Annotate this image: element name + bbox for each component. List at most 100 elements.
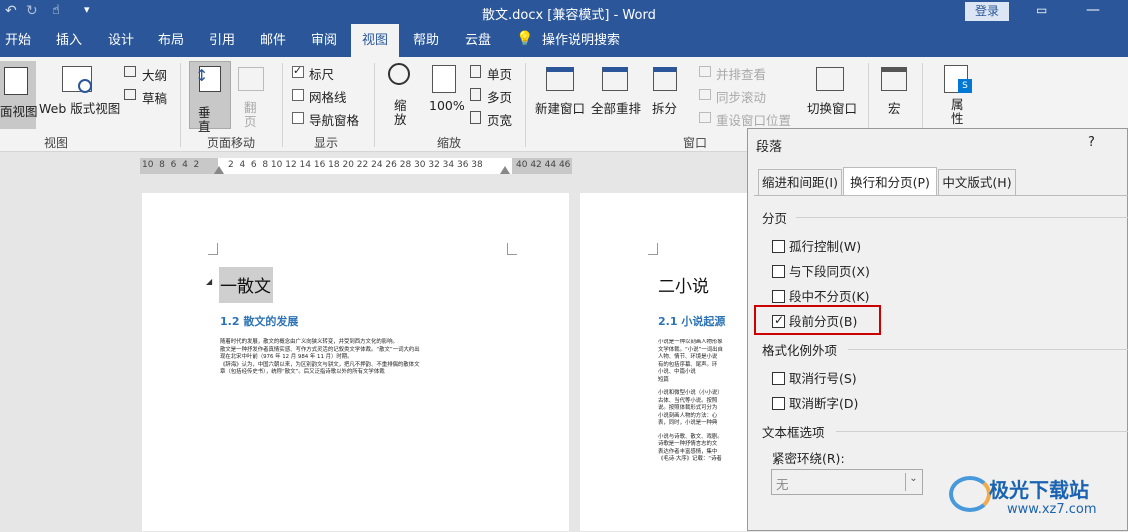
gridlines-checkbox[interactable]: [292, 89, 304, 101]
keep-with-next-checkbox[interactable]: 与下段同页(X): [772, 261, 870, 280]
side-by-side-button[interactable]: 并排查看: [716, 64, 766, 83]
draft-button[interactable]: 草稿: [142, 88, 167, 107]
customize-qat-icon[interactable]: ▾: [84, 3, 90, 16]
group-label-window: 窗口: [682, 136, 707, 150]
one-page-button[interactable]: 单页: [487, 64, 512, 83]
touch-mode-icon[interactable]: ☝: [52, 3, 60, 18]
ruler-label: 标尺: [309, 67, 335, 82]
tab-mailings[interactable]: 邮件: [252, 24, 294, 57]
ruler-left-ticks: 10 8 6 4 2: [142, 160, 200, 170]
tab-home[interactable]: 开始: [0, 24, 36, 57]
crop-mark: [208, 243, 218, 255]
indent-marker-icon[interactable]: [214, 166, 224, 174]
sharepoint-icon: S: [958, 79, 972, 93]
lightbulb-icon: 💡: [516, 31, 534, 47]
collapse-heading-icon[interactable]: ◢: [206, 277, 212, 286]
properties-button[interactable]: 属性: [951, 98, 965, 126]
new-window-button[interactable]: 新建窗口: [535, 98, 585, 117]
ruler-checkbox[interactable]: [292, 64, 304, 78]
tab-help[interactable]: 帮助: [405, 24, 447, 57]
pagination-section-label: 分页: [762, 211, 788, 226]
tab-references[interactable]: 引用: [201, 24, 243, 57]
tab-design[interactable]: 设计: [100, 24, 142, 57]
globe-icon: [78, 79, 92, 93]
tell-me-search[interactable]: 操作说明搜索: [538, 24, 624, 57]
minimize-icon[interactable]: —: [1086, 2, 1100, 18]
one-page-icon: [470, 65, 481, 78]
document-page-1[interactable]: ◢ 一散文 1.2 散文的发展 随着时代的发展，散文的概念由广义向狭义转变，并受…: [142, 193, 569, 531]
switch-window-button[interactable]: 切换窗口: [807, 98, 857, 117]
dont-hyphenate-checkbox[interactable]: 取消断字(D): [772, 393, 858, 412]
watermark-swirl-icon: [949, 476, 991, 512]
multi-page-button[interactable]: 多页: [487, 87, 512, 106]
flip-button[interactable]: 翻页: [244, 101, 258, 129]
textbox-options-label: 文本框选项: [762, 425, 825, 440]
tab-cloud[interactable]: 云盘: [457, 24, 499, 57]
ribbon-tabs: 开始 插入 设计 布局 引用 邮件 审阅 视图 帮助 云盘 💡 操作说明搜索: [0, 24, 1128, 57]
tight-wrap-select[interactable]: 无 ⌄: [771, 469, 923, 495]
title-bar: ↶ ↻ ☝ ▾ 散文.docx [兼容模式] - Word 登录 ▭ —: [0, 0, 1128, 24]
watermark-brand: 极光下载站: [989, 478, 1089, 502]
horizontal-ruler[interactable]: 10 8 6 4 2 2 4 6 8 10 12 14 16 18 20 22 …: [140, 158, 572, 174]
undo-icon[interactable]: ↶: [5, 3, 17, 19]
keep-lines-together-checkbox[interactable]: 段中不分页(K): [772, 286, 869, 305]
split-button[interactable]: 拆分: [652, 98, 677, 117]
right-indent-icon[interactable]: [500, 166, 510, 174]
zoom-button[interactable]: 缩放: [394, 99, 408, 127]
zoom-100-button[interactable]: 100%: [429, 98, 465, 113]
nav-pane-label: 导航窗格: [309, 113, 360, 128]
tight-wrap-label: 紧密环绕(R):: [772, 451, 845, 466]
multi-page-icon: [470, 88, 481, 101]
web-layout-button[interactable]: Web 版式视图: [39, 98, 120, 117]
heading-1-text[interactable]: 一散文: [220, 272, 271, 297]
sync-scroll-button[interactable]: 同步滚动: [716, 87, 766, 106]
tab-indents-spacing[interactable]: 缩进和间距(I): [758, 169, 842, 195]
split-icon: [653, 67, 677, 91]
crop-mark: [507, 243, 517, 255]
page-width-icon: [470, 111, 481, 124]
heading-1-text[interactable]: 二小说: [658, 272, 709, 297]
outline-button[interactable]: 大纲: [142, 65, 167, 84]
heading-2-text[interactable]: 1.2 散文的发展: [220, 313, 298, 329]
checkbox-box: [772, 372, 785, 385]
group-label-page-move: 页面移动: [206, 136, 255, 150]
page-break-before-checkbox[interactable]: 段前分页(B): [772, 311, 857, 330]
formatting-exceptions-label: 格式化例外项: [762, 343, 838, 358]
crop-mark: [648, 243, 658, 255]
side-by-side-icon: [699, 66, 711, 77]
zoom-100-icon: [432, 65, 456, 93]
heading-2-text[interactable]: 2.1 小说起源: [658, 313, 725, 329]
paragraph-text[interactable]: 随着时代的发展，散文的概念由广义向狭义转变，并受到西方文化的影响。 散文是一种抒…: [220, 339, 510, 377]
outline-icon: [124, 66, 136, 77]
checkbox-box: [772, 240, 785, 253]
new-window-icon: [546, 67, 574, 91]
widow-control-checkbox[interactable]: 孤行控制(W): [772, 236, 861, 255]
paragraph-text[interactable]: 小说是一种以刻画人物形象 文学体裁。“小说”一词出自 人物、情节、环境是小说 有…: [658, 339, 748, 464]
redo-icon[interactable]: ↻: [26, 3, 38, 19]
switch-window-icon: [816, 67, 844, 91]
help-button[interactable]: ?: [1088, 135, 1095, 150]
dialog-title: 段落: [756, 140, 783, 155]
tab-line-page-breaks[interactable]: 换行和分页(P): [843, 167, 937, 196]
tab-view[interactable]: 视图: [351, 24, 399, 57]
reset-position-icon: [699, 112, 711, 123]
ribbon-display-icon[interactable]: ▭: [1036, 3, 1047, 17]
reset-position-button[interactable]: 重设窗口位置: [716, 110, 791, 129]
checkbox-box: [772, 290, 785, 303]
page-width-button[interactable]: 页宽: [487, 110, 512, 129]
gridlines-label: 网格线: [309, 90, 347, 105]
tab-asian-typography[interactable]: 中文版式(H): [938, 169, 1016, 195]
checkbox-box: [772, 265, 785, 278]
document-page-2[interactable]: 二小说 2.1 小说起源 小说是一种以刻画人物形象 文学体裁。“小说”一词出自 …: [580, 193, 748, 531]
ruler-mid-ticks: 2 4 6 8 10 12 14 16 18 20 22 24 26 28 30…: [228, 160, 483, 170]
tab-review[interactable]: 审阅: [303, 24, 345, 57]
arrange-all-button[interactable]: 全部重排: [591, 98, 641, 117]
read-mode-button[interactable]: 面视图: [0, 61, 38, 129]
vertical-button[interactable]: ↕ 垂直: [189, 61, 231, 134]
nav-pane-checkbox[interactable]: [292, 112, 304, 124]
login-button[interactable]: 登录: [965, 2, 1009, 21]
tab-insert[interactable]: 插入: [48, 24, 90, 57]
tab-layout[interactable]: 布局: [150, 24, 192, 57]
macros-button[interactable]: 宏: [888, 98, 901, 117]
suppress-line-numbers-checkbox[interactable]: 取消行号(S): [772, 368, 857, 387]
